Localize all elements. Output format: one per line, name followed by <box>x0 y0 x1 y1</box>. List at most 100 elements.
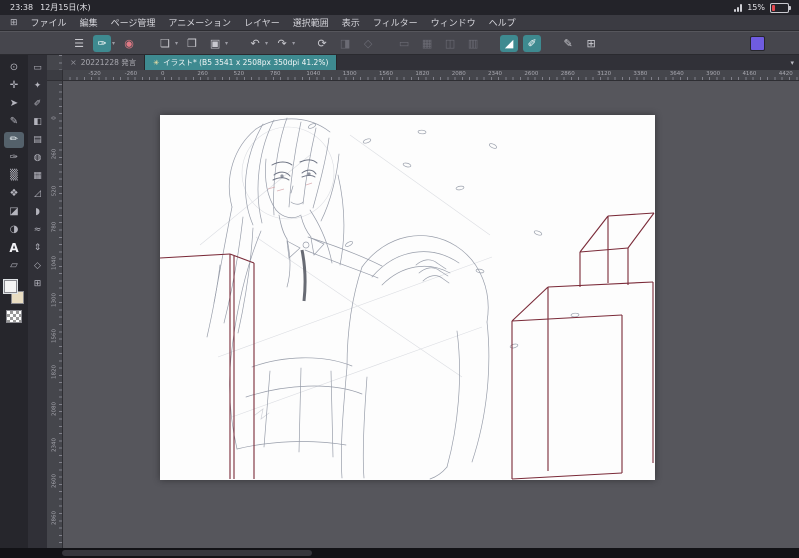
tool-mix-icon[interactable]: ◍ <box>30 150 46 166</box>
toolbar-deselect-icon[interactable]: ▦ <box>418 35 436 52</box>
toolbar-selection-launcher-icon[interactable]: ▥ <box>464 35 482 52</box>
clip-studio-paint-window: 23:38 12月15日(木) 15% ⊞ ファイル 編集 ページ管理 アニメーション… <box>0 0 799 558</box>
tool-auto-select-icon[interactable]: ✦ <box>30 78 46 94</box>
tool-marquee-icon[interactable]: ▭ <box>30 60 46 76</box>
tool-figure-icon[interactable]: ▱ <box>4 258 24 274</box>
transparent-color-swatch[interactable] <box>6 310 22 323</box>
toolbar-redo-icon[interactable]: ↷ <box>273 35 291 52</box>
menu-view[interactable]: 表示 <box>342 16 360 29</box>
toolbar-current-tool-chevron-icon[interactable]: ▾ <box>112 40 115 47</box>
v-ruler-label: 2600 <box>51 474 58 489</box>
tool-eyedropper-icon[interactable]: ✐ <box>30 96 46 112</box>
tab-label: イラスト* (B5 3541 x 2508px 350dpi 41.2%) <box>163 58 329 67</box>
v-ruler-label: 1040 <box>51 256 58 271</box>
menu-page[interactable]: ページ管理 <box>111 16 156 29</box>
menu-items: ファイル 編集 ページ管理 アニメーション レイヤー 選択範囲 表示 フィルター ウィンドウ ヘル… <box>31 16 516 29</box>
tool-pencil-icon[interactable]: ✏ <box>4 132 24 148</box>
toolbar-redo-chevron-icon[interactable]: ▾ <box>292 40 295 47</box>
tool-gradient-icon[interactable]: ▤ <box>30 132 46 148</box>
h-ruler-label: 520 <box>233 71 245 77</box>
tool-sub-view-icon[interactable]: ⊞ <box>30 276 46 292</box>
v-ruler-label: 260 <box>51 149 58 160</box>
tool-ruler-tool-icon[interactable]: ◿ <box>30 186 46 202</box>
toolbar-group-item: ↶ ▾ <box>246 35 268 52</box>
toolbar-main-menu-icon[interactable]: ☰ <box>70 35 88 52</box>
h-ruler-label: -520 <box>88 71 101 77</box>
tool-text-icon[interactable]: A <box>4 240 24 256</box>
menu-window[interactable]: ウィンドウ <box>431 16 476 29</box>
bottom-scrollbar-thumb[interactable] <box>62 550 312 556</box>
tool-brush-icon[interactable]: ✑ <box>4 150 24 166</box>
h-ruler-label: 3380 <box>633 71 648 77</box>
close-icon[interactable]: × <box>70 58 77 67</box>
toolbar-color-swatch[interactable] <box>750 35 765 51</box>
toolbar-grid-icon[interactable]: ⊞ <box>582 35 600 52</box>
tab-overflow-chevron-icon[interactable]: ▾ <box>785 59 799 67</box>
toolbar-items: ☰ ✑ ▾ ◉ ❏ ▾ ❐ ▣ ▾ ↶ ▾ ↷ ▾ ⟳ ◨ ◇ ▭ ▦ ◫ ▥ ◢ ✐ ✎ ⊞ <box>70 34 799 52</box>
signal-icon <box>734 3 743 12</box>
menu-filter[interactable]: フィルター <box>373 16 418 29</box>
toolbar-select-area-icon[interactable]: ▭ <box>395 35 413 52</box>
tool-fill-icon[interactable]: ◧ <box>30 114 46 130</box>
toolbar-snap-to-ruler-icon[interactable]: ◢ <box>500 34 519 52</box>
menu-help[interactable]: ヘルプ <box>489 16 516 29</box>
toolbar-new-canvas-icon[interactable]: ❏ <box>156 35 174 52</box>
toolbar-group-item: ◨ <box>336 35 354 52</box>
toolbar-invert-selection-icon[interactable]: ◫ <box>441 35 459 52</box>
tool-layer-move-icon[interactable]: ⇕ <box>30 240 46 256</box>
toolbar-snap-to-special-ruler-icon[interactable]: ✐ <box>523 34 542 52</box>
toolbar-color-ring-icon[interactable]: ◉ <box>120 35 138 52</box>
toolbar-current-tool-icon[interactable]: ✑ <box>93 34 111 52</box>
tool-decoration-icon[interactable]: ❖ <box>4 186 24 202</box>
toolbar-mesh-transform-icon[interactable]: ◇ <box>359 35 377 52</box>
tool-airbrush-icon[interactable]: ▒ <box>4 168 24 184</box>
h-ruler-label: 1820 <box>415 71 430 77</box>
toolbar-save-file-icon[interactable]: ▣ <box>206 35 224 52</box>
tool-move-icon[interactable]: ✛ <box>4 78 24 94</box>
tool-operation-icon[interactable]: ➤ <box>4 96 24 112</box>
toolbar-group-item: ◢ <box>500 34 519 52</box>
toolbar-group-item: ◫ <box>441 35 459 52</box>
toolbar-undo-chevron-icon[interactable]: ▾ <box>265 40 268 47</box>
tab-active-document[interactable]: ✳ イラスト* (B5 3541 x 2508px 350dpi 41.2%) <box>145 55 338 70</box>
toolbar-pen-settings-icon[interactable]: ✎ <box>559 35 577 52</box>
toolbar-undo-icon[interactable]: ↶ <box>246 35 264 52</box>
toolbar-new-canvas-chevron-icon[interactable]: ▾ <box>175 40 178 47</box>
toolbar-save-file-chevron-icon[interactable]: ▾ <box>225 40 228 47</box>
tab-other-document[interactable]: × 20221228 発言 <box>62 55 146 70</box>
toolbar-group-item: ▭ <box>395 35 413 52</box>
tool-pen-icon[interactable]: ✎ <box>4 114 24 130</box>
toolbar-group-item: ◇ <box>359 35 377 52</box>
tool-balloon-icon[interactable]: ◗ <box>30 204 46 220</box>
toolbar-group-item: ⊞ <box>582 35 600 52</box>
v-ruler-label: 2340 <box>51 438 58 453</box>
h-ruler-label: 1040 <box>306 71 321 77</box>
toolbar-transform-icon[interactable]: ◨ <box>336 35 354 52</box>
tool-zoom-icon[interactable]: ⊙ <box>4 60 24 76</box>
unsaved-indicator-icon: ✳ <box>153 58 160 67</box>
menu-edit[interactable]: 編集 <box>80 16 98 29</box>
v-ruler-label: 1560 <box>51 329 58 344</box>
menu-file[interactable]: ファイル <box>31 16 67 29</box>
menu-layer[interactable]: レイヤー <box>244 16 280 29</box>
workspace-icon[interactable]: ⊞ <box>10 18 18 28</box>
menu-selection[interactable]: 選択範囲 <box>293 16 329 29</box>
canvas-paper[interactable] <box>160 115 655 480</box>
canvas-tab-bar: × 20221228 発言 ✳ イラスト* (B5 3541 x 2508px … <box>62 55 799 70</box>
menu-animation[interactable]: アニメーション <box>168 16 231 29</box>
toolbar-group-item: ▣ ▾ <box>206 35 228 52</box>
foreground-color-swatch[interactable] <box>3 279 18 294</box>
tool-primitive-icon[interactable]: ◇ <box>30 258 46 274</box>
perspective-lines <box>160 212 655 480</box>
tool-line-correct-icon[interactable]: ≈ <box>30 222 46 238</box>
bottom-scrollbar-track[interactable] <box>0 548 799 558</box>
canvas-viewport[interactable] <box>62 80 799 548</box>
tool-eraser-icon[interactable]: ◪ <box>4 204 24 220</box>
tool-frame-border-icon[interactable]: ▦ <box>30 168 46 184</box>
h-ruler-label: 3900 <box>706 71 721 77</box>
toolbar-open-file-icon[interactable]: ❐ <box>183 35 201 52</box>
tool-blend-icon[interactable]: ◑ <box>4 222 24 238</box>
toolbar-reset-view-icon[interactable]: ⟳ <box>313 35 331 52</box>
h-ruler-label: -260 <box>124 71 138 77</box>
toolbar-group-item: ✐ <box>523 34 542 52</box>
